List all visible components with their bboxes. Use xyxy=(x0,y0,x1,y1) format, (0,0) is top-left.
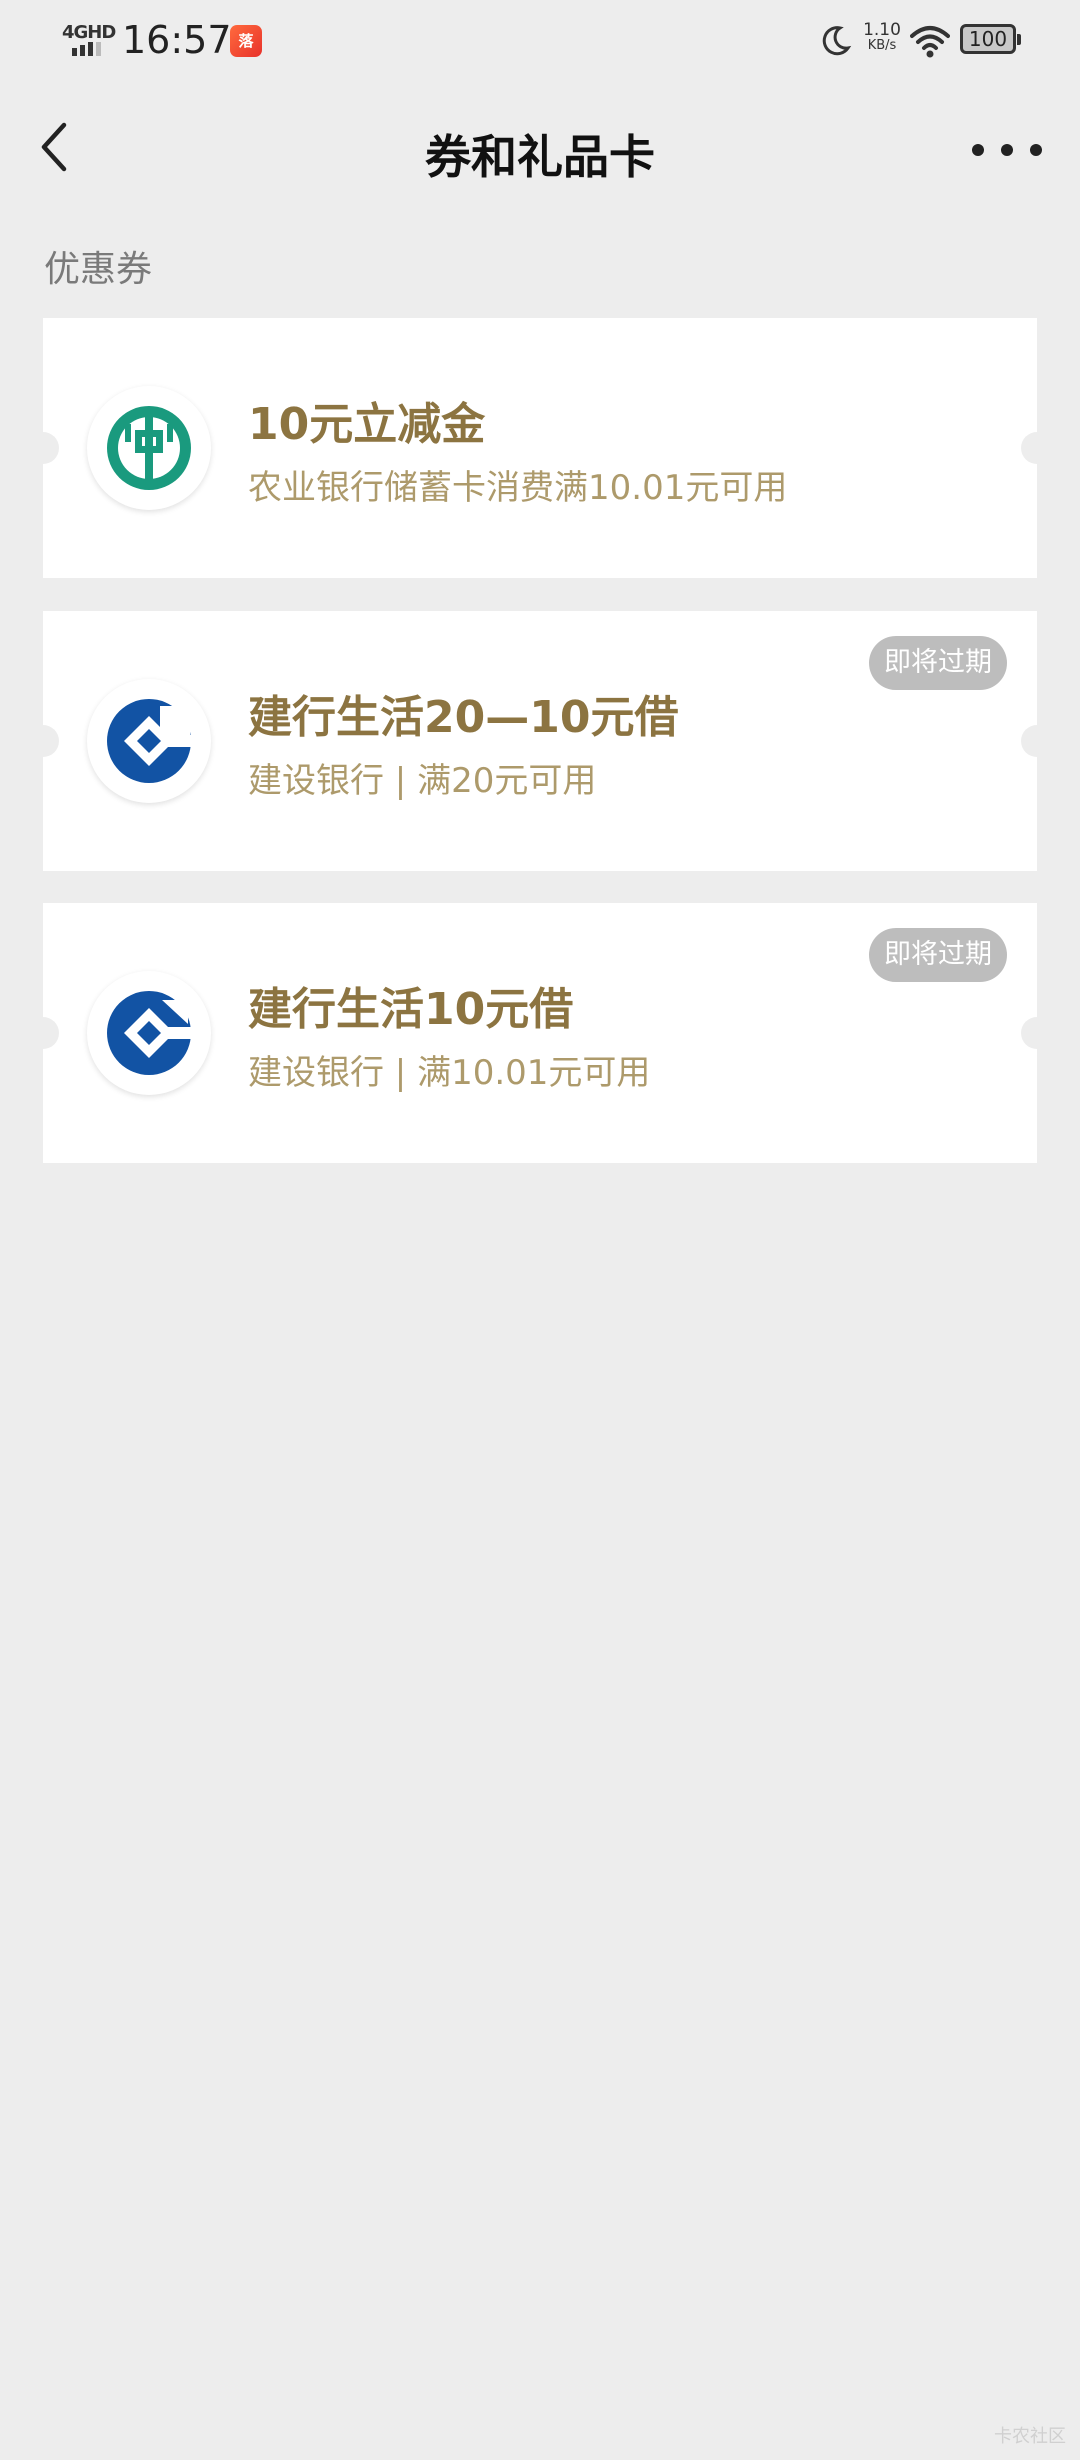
coupon-title: 10元立减金 xyxy=(248,399,486,450)
ticket-notch xyxy=(27,432,59,464)
coupon-title: 建行生活20—10元借 xyxy=(248,692,679,743)
expiring-soon-badge: 即将过期 xyxy=(869,636,1007,690)
ticket-notch xyxy=(1021,432,1053,464)
clock: 16:57 xyxy=(122,18,232,62)
battery-icon: 100 xyxy=(960,24,1021,54)
watermark: 卡农社区 xyxy=(994,2426,1066,2447)
ticket-notch xyxy=(27,1017,59,1049)
nav-bar: 券和礼品卡 xyxy=(0,95,1080,205)
moon-icon xyxy=(822,26,852,56)
ticket-notch xyxy=(27,725,59,757)
coupon-card[interactable]: 10元立减金 农业银行储蓄卡消费满10.01元可用 xyxy=(27,318,1053,578)
coupon-description: 建设银行 | 满10.01元可用 xyxy=(248,1053,651,1093)
expiring-soon-badge: 即将过期 xyxy=(869,928,1007,982)
page-title: 券和礼品卡 xyxy=(425,130,655,184)
section-label-coupons: 优惠券 xyxy=(44,249,153,290)
ccb-bank-logo-icon xyxy=(87,679,211,803)
notification-app-icon: 落 xyxy=(230,25,262,57)
wifi-icon xyxy=(910,26,950,58)
more-dots-icon[interactable] xyxy=(972,125,1042,175)
ticket-notch xyxy=(1021,1017,1053,1049)
coupon-card[interactable]: 即将过期 建行生活20—10元借 建设银行 | 满20元可用 xyxy=(27,611,1053,871)
cellular-signal-icon: 4GHD xyxy=(62,22,116,58)
coupon-description: 建设银行 | 满20元可用 xyxy=(248,761,597,801)
ccb-bank-logo-icon xyxy=(87,971,211,1095)
network-type: 4GHD xyxy=(62,22,116,43)
ticket-notch xyxy=(1021,725,1053,757)
coupon-card[interactable]: 即将过期 建行生活10元借 建设银行 | 满10.01元可用 xyxy=(27,903,1053,1163)
abc-bank-logo-icon xyxy=(87,386,211,510)
network-speed: 1.10 KB/s xyxy=(863,20,901,54)
status-bar: 4GHD 16:57 落 1.10 KB/s 100 xyxy=(0,0,1080,85)
coupon-title: 建行生活10元借 xyxy=(248,984,574,1035)
coupon-description: 农业银行储蓄卡消费满10.01元可用 xyxy=(248,468,788,508)
